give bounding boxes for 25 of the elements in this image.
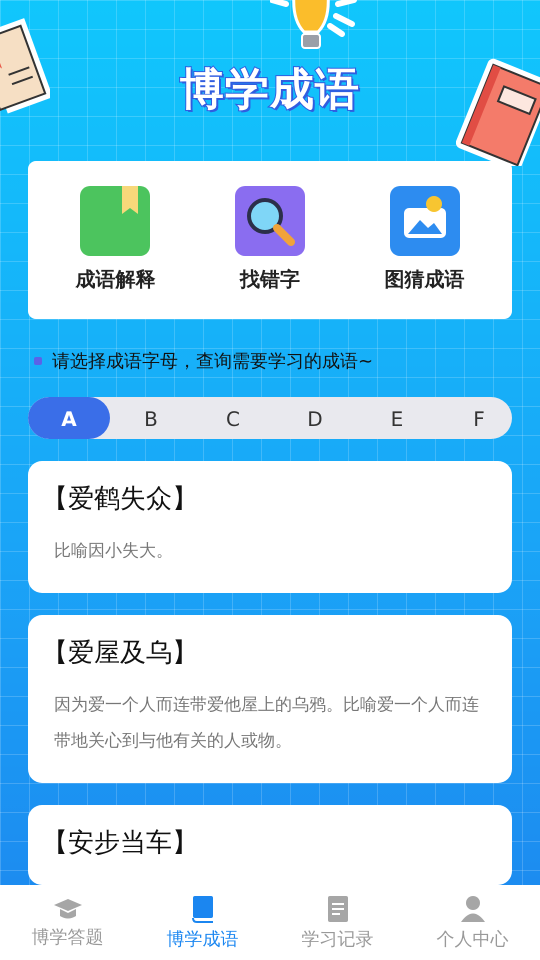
image-icon — [390, 186, 460, 256]
book-icon — [190, 894, 214, 922]
feature-button[interactable]: 找错字 — [200, 186, 340, 294]
letter-tab[interactable]: B — [110, 396, 192, 439]
letter-tab[interactable]: C — [192, 396, 274, 439]
nav-tab[interactable]: 博学成语 — [135, 894, 270, 950]
hint-text: 请选择成语字母，查询需要学习的成语~ — [52, 350, 374, 373]
letter-tab[interactable]: F — [438, 396, 512, 439]
document-icon — [326, 894, 350, 922]
person-icon — [460, 894, 486, 922]
search-icon — [234, 186, 305, 256]
graduation-cap-icon — [52, 896, 82, 920]
feature-button[interactable]: 成语解释 — [45, 186, 186, 294]
idiom-title: 【爱鹤失众】 — [42, 483, 199, 516]
letter-tab[interactable]: D — [274, 396, 356, 439]
bullet-icon — [34, 356, 42, 365]
letter-tab[interactable]: E — [356, 396, 438, 439]
idiom-title: 【爱屋及乌】 — [42, 637, 199, 670]
book-icon — [80, 186, 150, 256]
letter-tab[interactable]: A — [28, 396, 110, 439]
feature-button[interactable]: 图猜成语 — [354, 186, 495, 294]
app-title: 博学成语 — [180, 63, 360, 117]
idiom-title: 【安步当车】 — [42, 827, 199, 860]
idiom-meaning: 因为爱一个人而连带爱他屋上的乌鸦。比喻爱一个人而连带地关心到与他有关的人或物。 — [54, 694, 480, 753]
idiom-meaning: 比喻因小失大。 — [54, 540, 174, 563]
